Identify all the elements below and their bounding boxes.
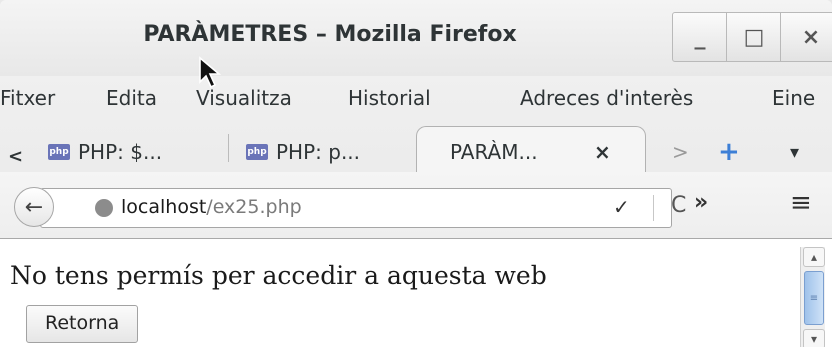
scrollbar-thumb[interactable]: ≡ [804,271,824,325]
new-tab-button[interactable]: + [718,132,740,172]
chevron-down-icon: ✓ [613,195,630,219]
menu-tools[interactable]: Eine [772,86,815,110]
reload-button[interactable]: C [671,193,686,218]
url-history-dropdown-button[interactable]: ✓ [613,195,630,219]
hamburger-menu-icon: ≡ [790,188,812,218]
scroll-down-arrow-icon[interactable]: ▾ [803,329,825,347]
browser-window: PARÀMETRES – Mozilla Firefox _ □ × Fitxe… [0,0,832,347]
tab-close-button[interactable]: × [594,132,611,172]
maximize-icon: □ [743,24,765,50]
close-icon: × [594,140,611,164]
navigation-bar: localhost/ex25.php ✓ C ← » ≡ [0,172,832,239]
plus-icon: + [718,137,740,167]
menu-bookmarks[interactable]: Adreces d'interès [520,86,693,110]
page-content: No tens permís per accedir a aquesta web… [0,239,832,347]
title-bar[interactable]: PARÀMETRES – Mozilla Firefox _ □ × [0,0,832,76]
tab-strip: < php PHP: $... php PHP: p... PARÀM... ×… [0,124,832,173]
tab-scroll-right-button[interactable]: > [672,132,689,172]
tab-php-2[interactable]: php PHP: p... [246,132,360,172]
url-text[interactable]: localhost/ex25.php [121,196,302,218]
menu-edit[interactable]: Edita [106,86,157,110]
scroll-up-arrow-icon[interactable]: ▴ [803,247,825,267]
chevron-right-double-icon: » [694,190,709,215]
toolbar-overflow-button[interactable]: » [694,190,708,215]
tab-divider [228,134,229,162]
tab-label: PHP: p... [276,140,361,164]
list-all-tabs-button[interactable]: ▾ [790,132,799,172]
minimize-icon: _ [694,24,706,50]
tab-active-label-wrap: PARÀM... [450,132,538,172]
menu-view[interactable]: Visualitza [196,86,292,110]
url-bar[interactable]: localhost/ex25.php ✓ C [40,188,686,228]
maximize-button[interactable]: □ [726,12,782,62]
reload-icon: C [671,193,687,218]
access-denied-message: No tens permís per accedir a aquesta web [10,261,547,290]
tab-scroll-left-button[interactable]: < [8,136,26,176]
back-arrow-icon: ← [24,194,44,220]
tab-label: PHP: $... [78,140,163,164]
menu-file[interactable]: Fitxer [0,86,55,110]
menu-history[interactable]: Historial [348,86,431,110]
tab-label: PARÀM... [450,140,538,164]
php-icon: php [48,144,70,160]
close-window-button[interactable]: × [780,12,832,62]
minimize-button[interactable]: _ [672,12,728,62]
tab-php-1[interactable]: php PHP: $... [48,132,162,172]
menu-bar: Fitxer Edita Visualitza Historial Adrece… [0,78,832,118]
chevron-down-icon: ▾ [790,141,800,163]
php-icon: php [246,144,268,160]
back-button[interactable]: ← [14,187,54,227]
open-menu-button[interactable]: ≡ [790,188,812,218]
return-button[interactable]: Retorna [26,305,139,343]
url-divider [653,195,654,221]
window-title: PARÀMETRES – Mozilla Firefox [143,22,517,47]
globe-icon [95,199,113,217]
close-icon: × [801,24,821,50]
vertical-scrollbar[interactable]: ▴ ≡ ▾ [800,247,825,347]
